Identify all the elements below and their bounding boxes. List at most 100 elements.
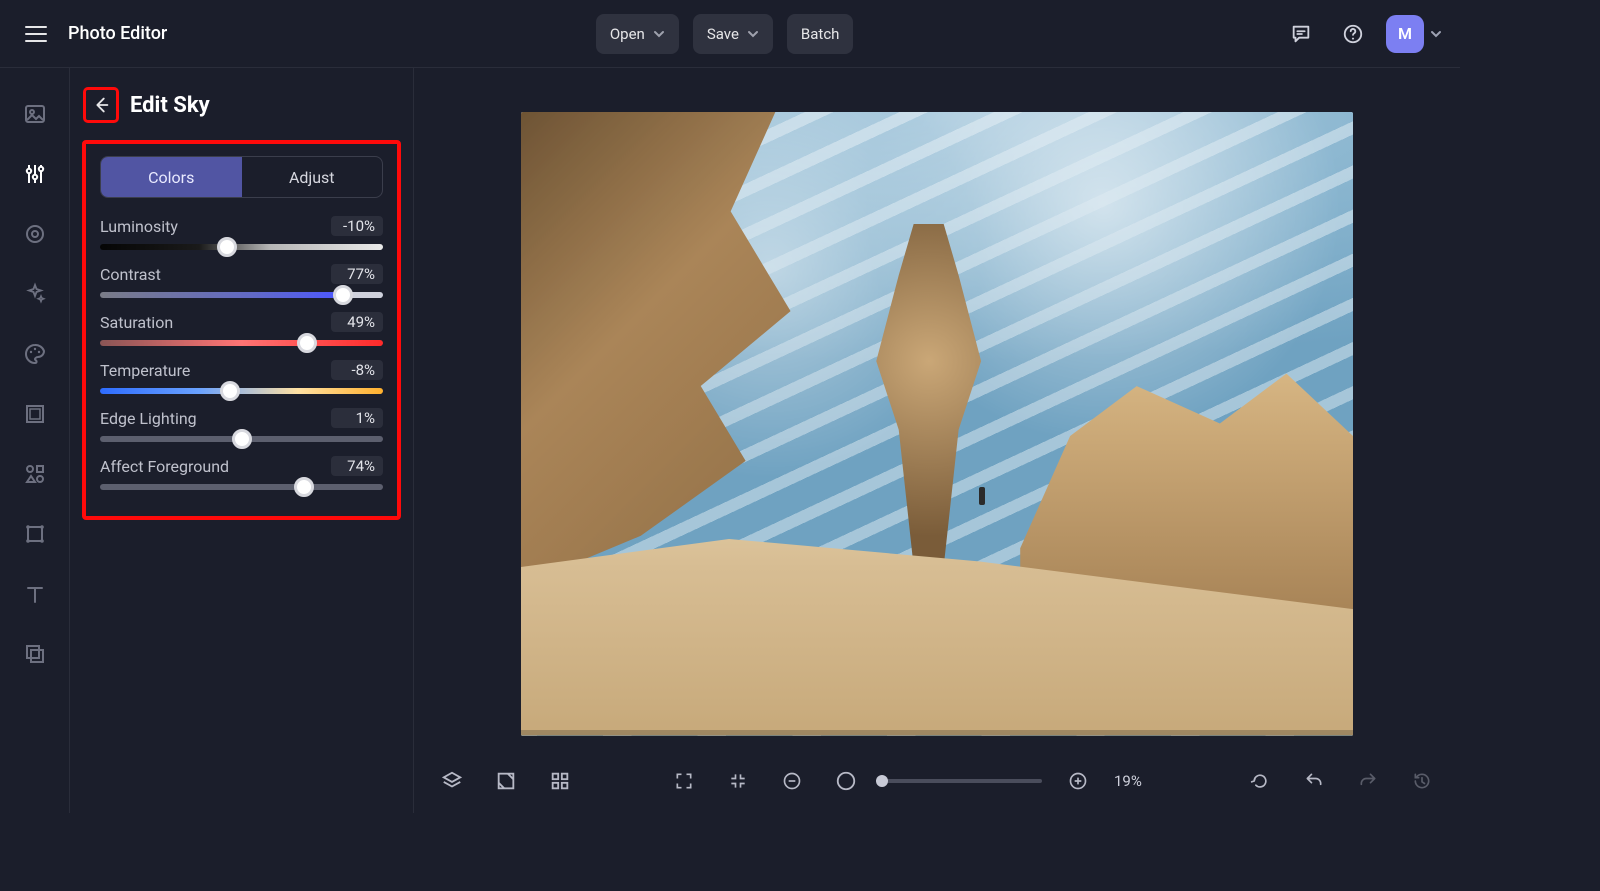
reset-button[interactable] <box>1242 763 1278 799</box>
history-icon <box>1412 771 1432 791</box>
saturation-thumb[interactable] <box>297 333 317 353</box>
tool-transform[interactable] <box>19 518 51 550</box>
slider-luminosity: Luminosity -10% <box>100 216 383 250</box>
zoom-slider[interactable] <box>882 779 1042 783</box>
overlay-icon <box>23 642 47 666</box>
text-icon <box>23 582 47 606</box>
frame-icon <box>23 402 47 426</box>
panel-body: Colors Adjust Luminosity -10% <box>84 142 399 518</box>
edge-value[interactable]: 1% <box>331 408 383 428</box>
luminosity-track[interactable] <box>100 244 383 250</box>
slider-saturation: Saturation 49% <box>100 312 383 346</box>
undo-icon <box>1304 771 1324 791</box>
topbar-center: Open Save Batch <box>596 14 854 54</box>
panel-tabs: Colors Adjust <box>100 156 383 198</box>
back-button[interactable] <box>84 88 118 122</box>
fullscreen-button[interactable] <box>666 763 702 799</box>
saturation-label: Saturation <box>100 313 173 332</box>
panel-header: Edit Sky <box>84 88 399 122</box>
menu-button[interactable] <box>18 16 54 52</box>
minus-circle-icon <box>782 771 802 791</box>
undo-button[interactable] <box>1296 763 1332 799</box>
luminosity-thumb[interactable] <box>217 237 237 257</box>
temperature-value[interactable]: -8% <box>331 360 383 380</box>
zoom-in-button[interactable] <box>1060 763 1096 799</box>
bottombar-left <box>434 763 578 799</box>
canvas-viewport[interactable] <box>414 68 1460 749</box>
tool-crop[interactable] <box>19 398 51 430</box>
save-button[interactable]: Save <box>693 14 773 54</box>
tab-adjust[interactable]: Adjust <box>242 157 383 197</box>
photo-bottomshadow <box>521 730 1353 736</box>
chevron-down-icon <box>1430 28 1442 40</box>
tab-colors[interactable]: Colors <box>101 157 242 197</box>
feedback-button[interactable] <box>1282 15 1320 53</box>
contrast-track[interactable] <box>100 292 383 298</box>
tool-shapes[interactable] <box>19 458 51 490</box>
canvas-image[interactable] <box>521 112 1353 736</box>
affect-label: Affect Foreground <box>100 457 229 476</box>
topbar-left: Photo Editor <box>18 16 167 52</box>
temperature-gradient <box>100 388 383 394</box>
grid-button[interactable] <box>542 763 578 799</box>
grid-icon <box>549 770 571 792</box>
help-icon <box>1342 23 1364 45</box>
tool-image[interactable] <box>19 98 51 130</box>
luminosity-gradient <box>100 244 383 250</box>
temperature-track[interactable] <box>100 388 383 394</box>
edge-thumb[interactable] <box>232 429 252 449</box>
tool-overlay[interactable] <box>19 638 51 670</box>
edge-label: Edge Lighting <box>100 409 197 428</box>
sparkle-icon <box>23 282 47 306</box>
tool-text[interactable] <box>19 578 51 610</box>
panel-title: Edit Sky <box>130 93 210 118</box>
refresh-icon <box>1250 771 1270 791</box>
account-menu[interactable]: M <box>1386 15 1442 53</box>
toolstrip <box>0 68 70 813</box>
temperature-thumb[interactable] <box>220 381 240 401</box>
zoom-level[interactable]: 19% <box>1114 772 1154 790</box>
help-button[interactable] <box>1334 15 1372 53</box>
slider-edge-lighting: Edge Lighting 1% <box>100 408 383 442</box>
affect-track[interactable] <box>100 484 383 490</box>
chevron-down-icon <box>653 28 665 40</box>
hamburger-icon <box>25 25 47 43</box>
layers-icon <box>441 770 463 792</box>
tool-ai[interactable] <box>19 278 51 310</box>
compare-button[interactable] <box>488 763 524 799</box>
affect-value[interactable]: 74% <box>331 456 383 476</box>
contrast-value[interactable]: 77% <box>331 264 383 284</box>
zoom-thumb[interactable] <box>876 775 888 787</box>
edge-track[interactable] <box>100 436 383 442</box>
contrast-thumb[interactable] <box>333 285 353 305</box>
circle-icon <box>835 770 857 792</box>
slider-affect-foreground: Affect Foreground 74% <box>100 456 383 490</box>
bottombar-center: 19% <box>666 763 1154 799</box>
plus-circle-icon <box>1068 771 1088 791</box>
luminosity-label: Luminosity <box>100 217 178 236</box>
redo-button[interactable] <box>1350 763 1386 799</box>
layers-button[interactable] <box>434 763 470 799</box>
saturation-track[interactable] <box>100 340 383 346</box>
avatar-initial: M <box>1398 24 1412 43</box>
batch-button[interactable]: Batch <box>787 14 854 54</box>
topbar: Photo Editor Open Save Batch M <box>0 0 1460 68</box>
affect-thumb[interactable] <box>294 477 314 497</box>
compare-icon <box>495 770 517 792</box>
saturation-value[interactable]: 49% <box>331 312 383 332</box>
tool-brush[interactable] <box>19 338 51 370</box>
tool-eye[interactable] <box>19 218 51 250</box>
zoom-out-button[interactable] <box>774 763 810 799</box>
fit-button[interactable] <box>720 763 756 799</box>
contrast-label: Contrast <box>100 265 161 284</box>
luminosity-value[interactable]: -10% <box>331 216 383 236</box>
batch-label: Batch <box>801 25 840 43</box>
open-button[interactable]: Open <box>596 14 679 54</box>
affect-gradient <box>100 484 383 490</box>
zoom-reset-button[interactable] <box>828 763 864 799</box>
eye-icon <box>23 222 47 246</box>
edit-panel: Edit Sky Colors Adjust Luminosity -10% <box>70 68 414 813</box>
history-button[interactable] <box>1404 763 1440 799</box>
tool-adjust[interactable] <box>19 158 51 190</box>
open-label: Open <box>610 25 645 43</box>
